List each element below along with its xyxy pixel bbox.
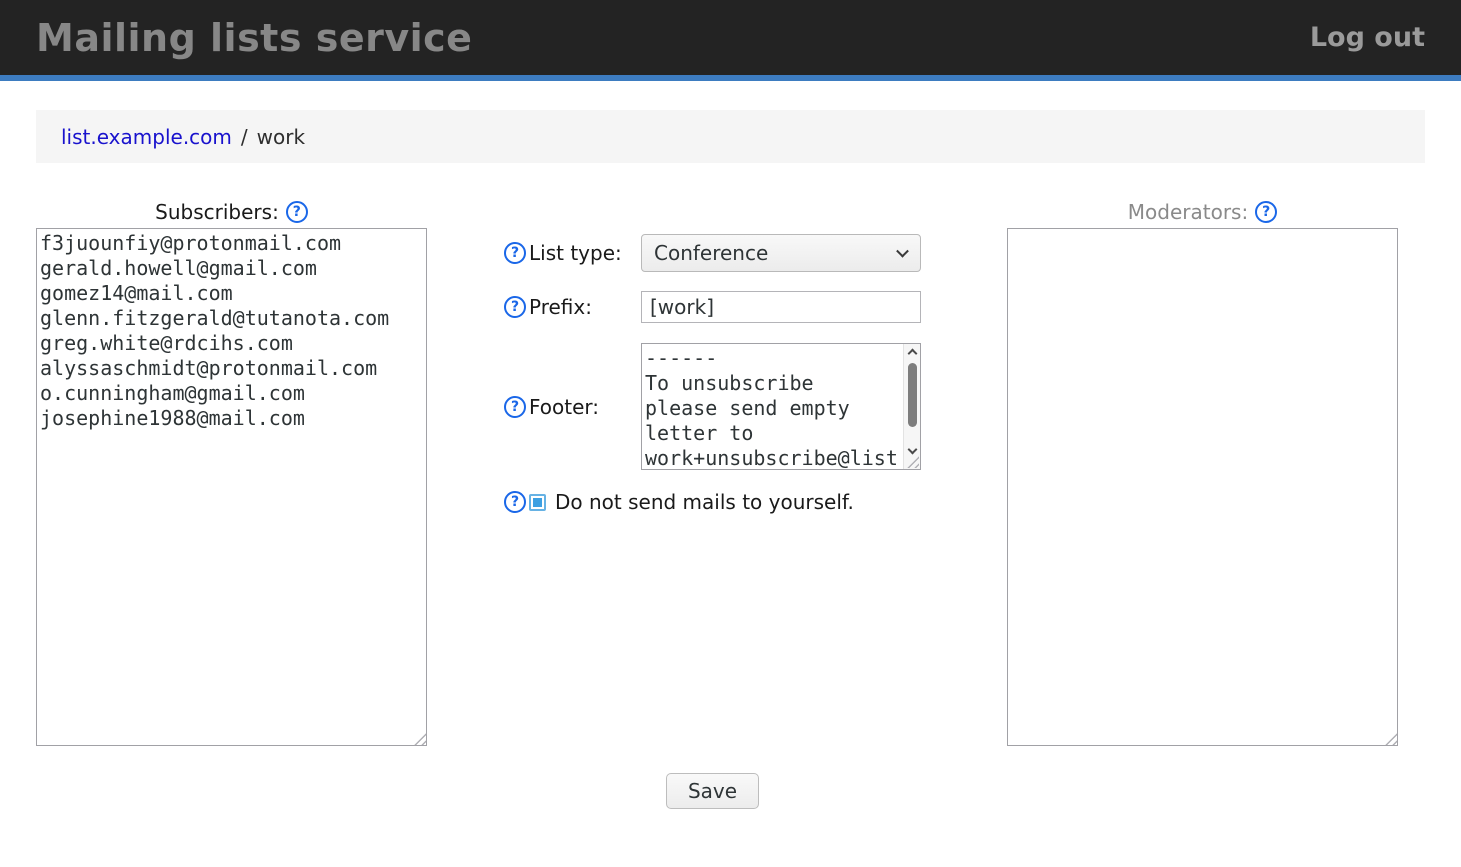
subscribers-help-icon[interactable]: ? [286, 201, 308, 223]
subscribers-header: Subscribers: ? [36, 196, 427, 228]
app-header: Mailing lists service Log out [0, 0, 1461, 81]
moderators-textarea-wrap [1007, 228, 1398, 746]
subscribers-textarea[interactable]: f3juounfiy@protonmail.com gerald.howell@… [36, 228, 427, 746]
list-type-label: List type: [529, 241, 641, 265]
breadcrumb-link[interactable]: list.example.com [61, 125, 232, 149]
subscribers-section: Subscribers: ? f3juounfiy@protonmail.com… [36, 196, 427, 746]
moderators-textarea[interactable] [1007, 228, 1398, 746]
save-button[interactable]: Save [666, 773, 759, 809]
footer-textarea-box: ------ To unsubscribe please send empty … [641, 343, 921, 470]
dont-send-self-label[interactable]: Do not send mails to yourself. [555, 490, 854, 514]
footer-label: Footer: [529, 395, 641, 419]
moderators-label: Moderators: [1128, 200, 1248, 224]
main-content: Subscribers: ? f3juounfiy@protonmail.com… [0, 196, 1461, 746]
list-type-select-wrap: Conference [641, 234, 921, 272]
dont-send-self-help-icon[interactable]: ? [504, 491, 526, 513]
save-row: Save [504, 773, 921, 809]
list-settings-form: ? List type: Conference ? Prefix: ? Foot… [504, 196, 921, 514]
subscribers-textarea-wrap: f3juounfiy@protonmail.com gerald.howell@… [36, 228, 427, 746]
dont-send-self-checkbox[interactable] [529, 494, 546, 511]
list-type-help-icon[interactable]: ? [504, 242, 526, 264]
moderators-header: Moderators: ? [1007, 196, 1398, 228]
scroll-down-icon[interactable] [907, 445, 917, 455]
moderators-help-icon[interactable]: ? [1255, 201, 1277, 223]
prefix-label: Prefix: [529, 295, 641, 319]
dont-send-self-content: Do not send mails to yourself. [529, 490, 921, 514]
breadcrumb-current: work [257, 125, 305, 149]
list-type-row: ? List type: Conference [504, 234, 921, 272]
dont-send-self-row: ? Do not send mails to yourself. [504, 490, 921, 514]
checkbox-checked-mark [533, 498, 542, 507]
logout-link[interactable]: Log out [1310, 22, 1425, 53]
footer-scrollbar[interactable] [903, 344, 920, 469]
subscribers-label: Subscribers: [155, 200, 279, 224]
scrollbar-thumb[interactable] [908, 363, 917, 427]
app-title: Mailing lists service [36, 16, 472, 60]
prefix-help-icon[interactable]: ? [504, 296, 526, 318]
footer-textarea[interactable]: ------ To unsubscribe please send empty … [642, 344, 903, 469]
footer-help-icon[interactable]: ? [504, 396, 526, 418]
scroll-up-icon[interactable] [907, 349, 917, 359]
prefix-row: ? Prefix: [504, 291, 921, 323]
prefix-input[interactable] [641, 291, 921, 323]
breadcrumb-separator: / [241, 125, 248, 149]
list-type-select[interactable]: Conference [641, 234, 921, 272]
footer-row: ? Footer: ------ To unsubscribe please s… [504, 343, 921, 470]
moderators-section: Moderators: ? [1007, 196, 1398, 746]
breadcrumb: list.example.com / work [36, 110, 1425, 163]
